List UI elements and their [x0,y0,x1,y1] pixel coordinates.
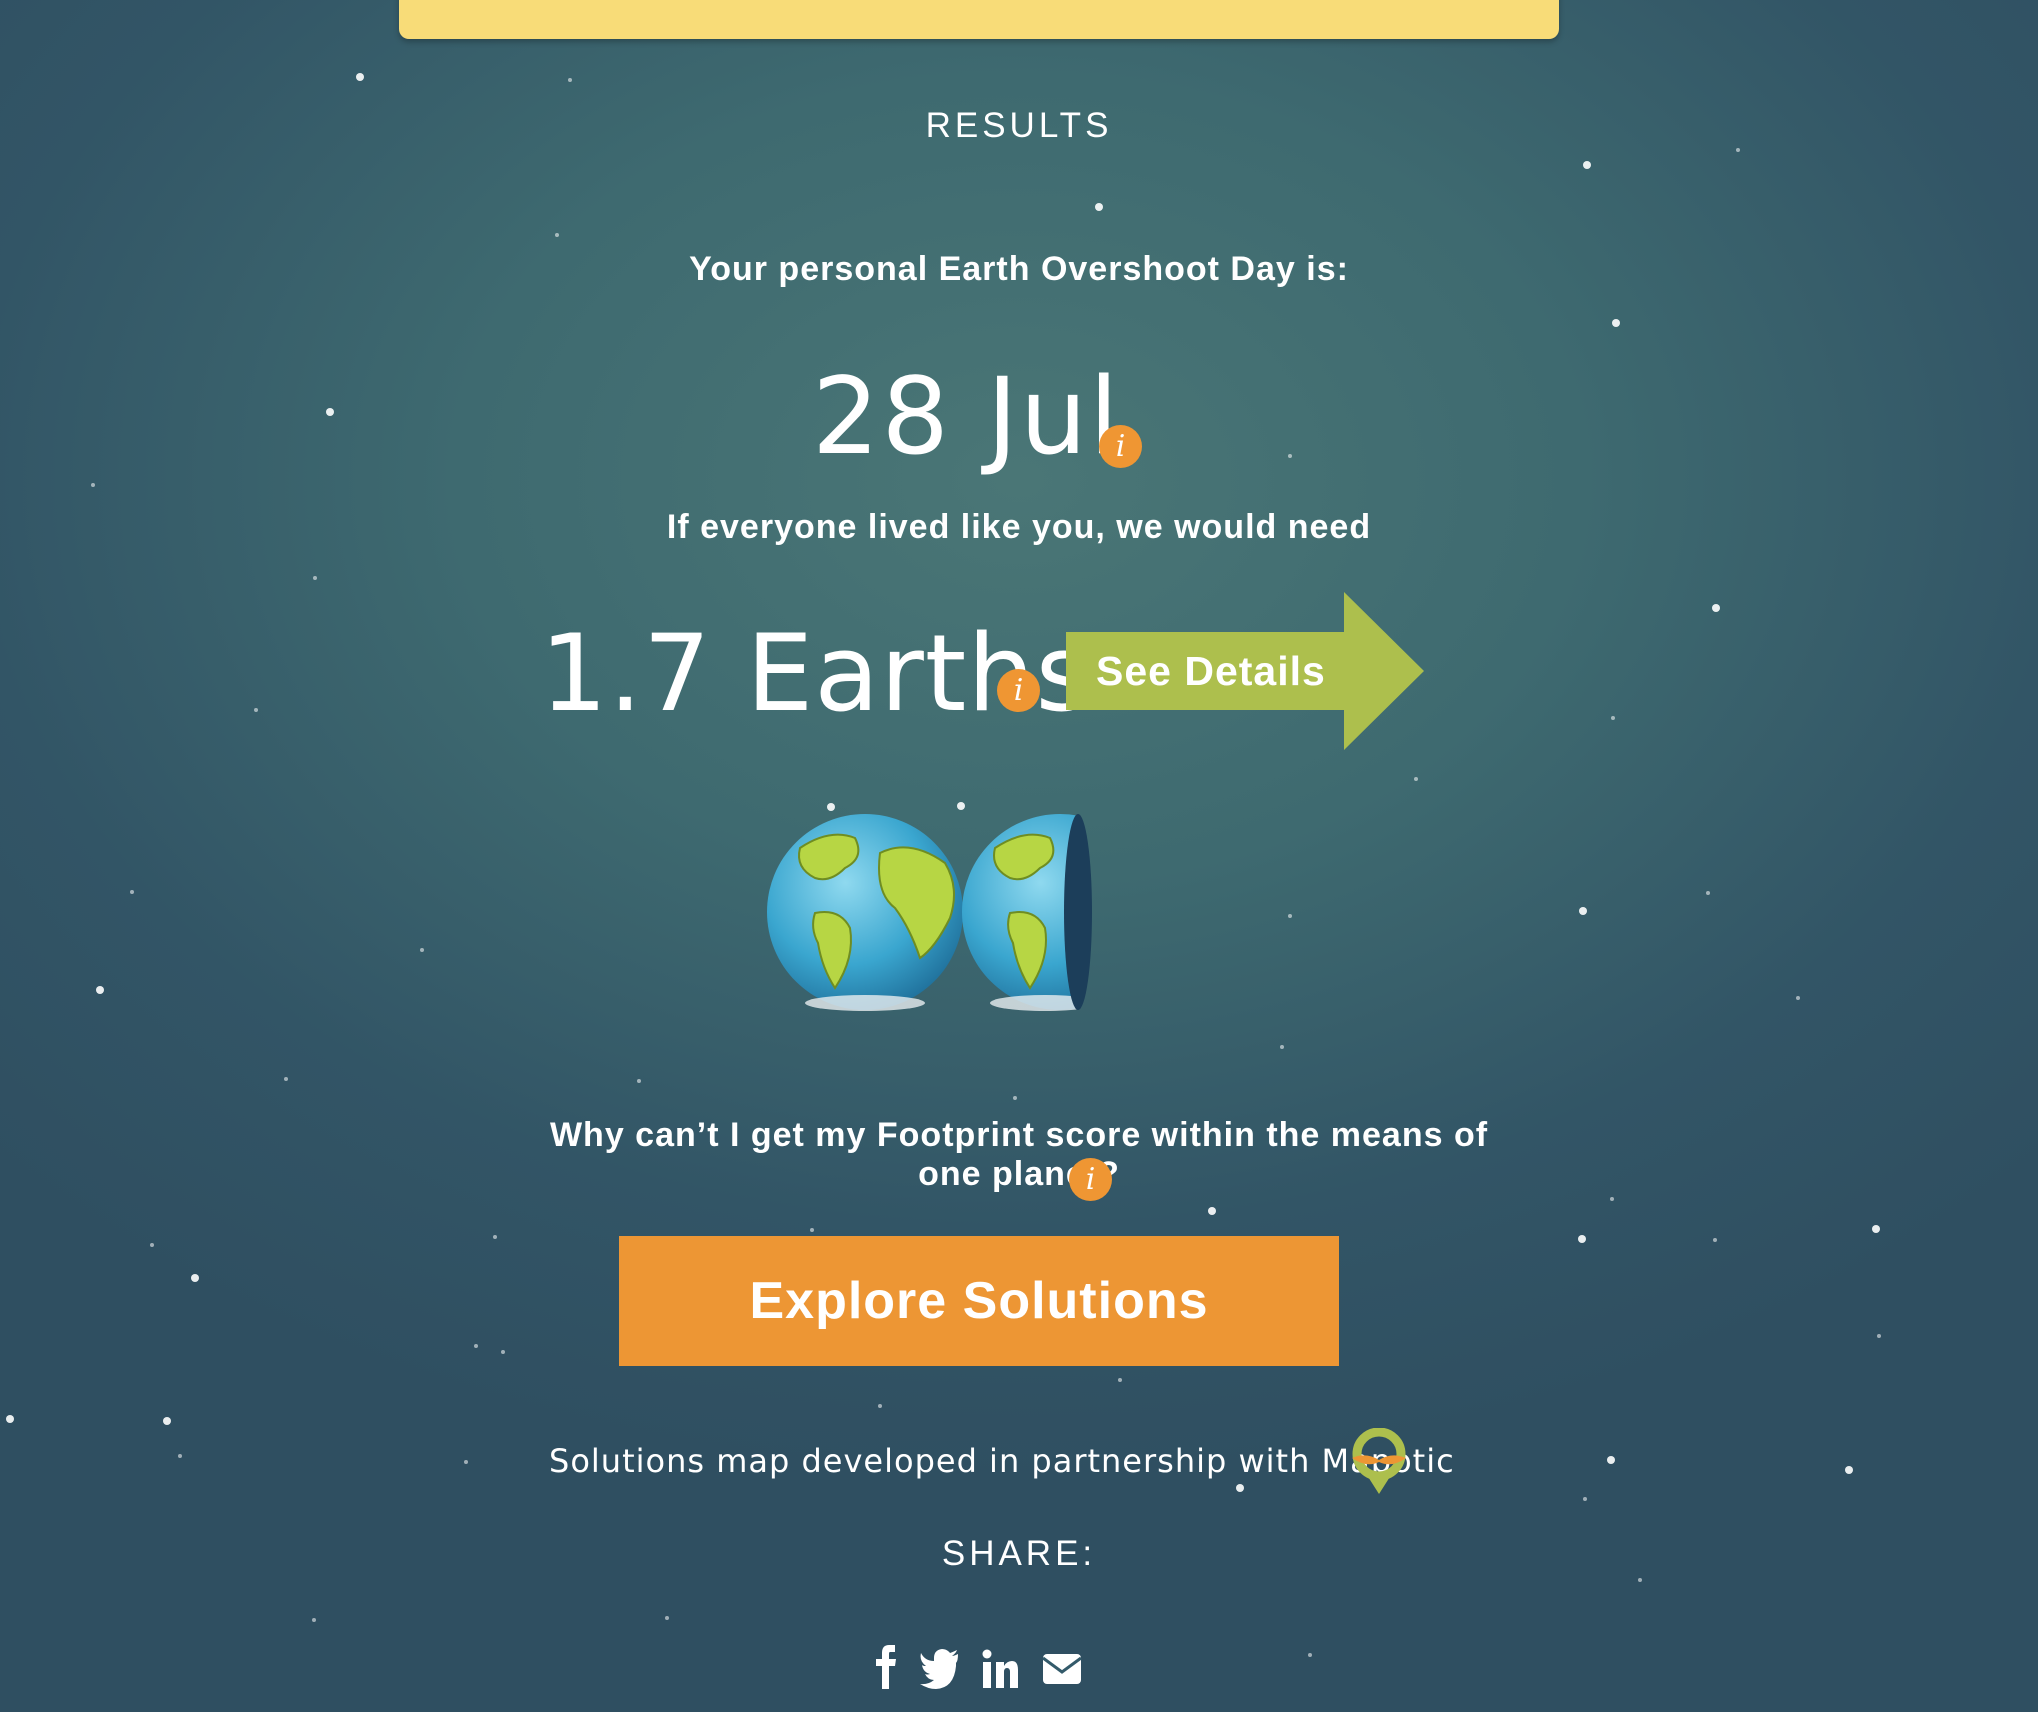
star [356,73,364,81]
facebook-icon[interactable] [874,1644,898,1690]
star [1308,1653,1312,1657]
star [1414,777,1418,781]
star [1612,319,1620,327]
star [1611,716,1615,720]
star [1706,891,1710,895]
overshoot-date-row: 28 Jul i [0,355,2038,478]
star [191,1274,199,1282]
star [1118,1378,1122,1382]
star [1872,1225,1880,1233]
star [313,576,317,580]
see-details-button[interactable]: See Details [1066,592,1426,750]
star [1638,1578,1642,1582]
star [91,483,95,487]
twitter-icon[interactable] [920,1644,960,1690]
star [1280,1045,1284,1049]
why-question: Why can’t I get my Footprint score withi… [0,1116,2038,1194]
star [150,1243,154,1247]
partner-text: Solutions map developed in partnership w… [549,1442,1455,1480]
star [1712,604,1720,612]
star [568,78,572,82]
star [163,1417,171,1425]
share-heading: SHARE: [941,1534,1097,1573]
star [810,1228,814,1232]
linkedin-icon[interactable] [982,1644,1018,1690]
star [1579,907,1587,915]
star [1796,996,1800,1000]
see-details-label: See Details [1096,648,1326,694]
star [501,1350,505,1354]
star [96,986,104,994]
star [6,1415,14,1423]
overshoot-date: 28 Jul [812,355,1121,478]
star [312,1618,316,1622]
top-banner [399,0,1559,39]
earth-full-icon [767,814,963,1011]
star [637,1079,641,1083]
info-icon[interactable]: i [997,669,1040,712]
mapotic-pin-icon[interactable] [1348,1428,1410,1498]
star [420,948,424,952]
overshoot-day-label: Your personal Earth Overshoot Day is: [689,250,1349,288]
info-icon[interactable]: i [1069,1158,1112,1201]
star [1610,1197,1614,1201]
star [1877,1334,1881,1338]
email-icon[interactable] [1042,1644,1082,1690]
star [1208,1207,1216,1215]
star [1578,1235,1586,1243]
star [284,1077,288,1081]
star [254,708,258,712]
star [665,1616,669,1620]
star [1288,914,1292,918]
star [1583,161,1591,169]
star [1713,1238,1717,1242]
earth-partial-icon [962,814,1092,1011]
star [493,1235,497,1239]
explore-solutions-button[interactable]: Explore Solutions [619,1236,1339,1366]
star [474,1344,478,1348]
info-icon[interactable]: i [1099,425,1142,468]
star [1736,148,1740,152]
star [1095,203,1103,211]
star [130,890,134,894]
partner-row: Solutions map developed in partnership w… [0,1428,2038,1498]
star [878,1404,882,1408]
star [1013,1096,1017,1100]
results-heading: RESULTS [925,106,1113,145]
share-icons [870,1644,1090,1690]
earths-needed-label: If everyone lived like you, we would nee… [666,508,1372,546]
star [555,233,559,237]
earths-illustration [767,814,1092,1011]
why-question-text: Why can’t I get my Footprint score withi… [549,1116,1489,1193]
